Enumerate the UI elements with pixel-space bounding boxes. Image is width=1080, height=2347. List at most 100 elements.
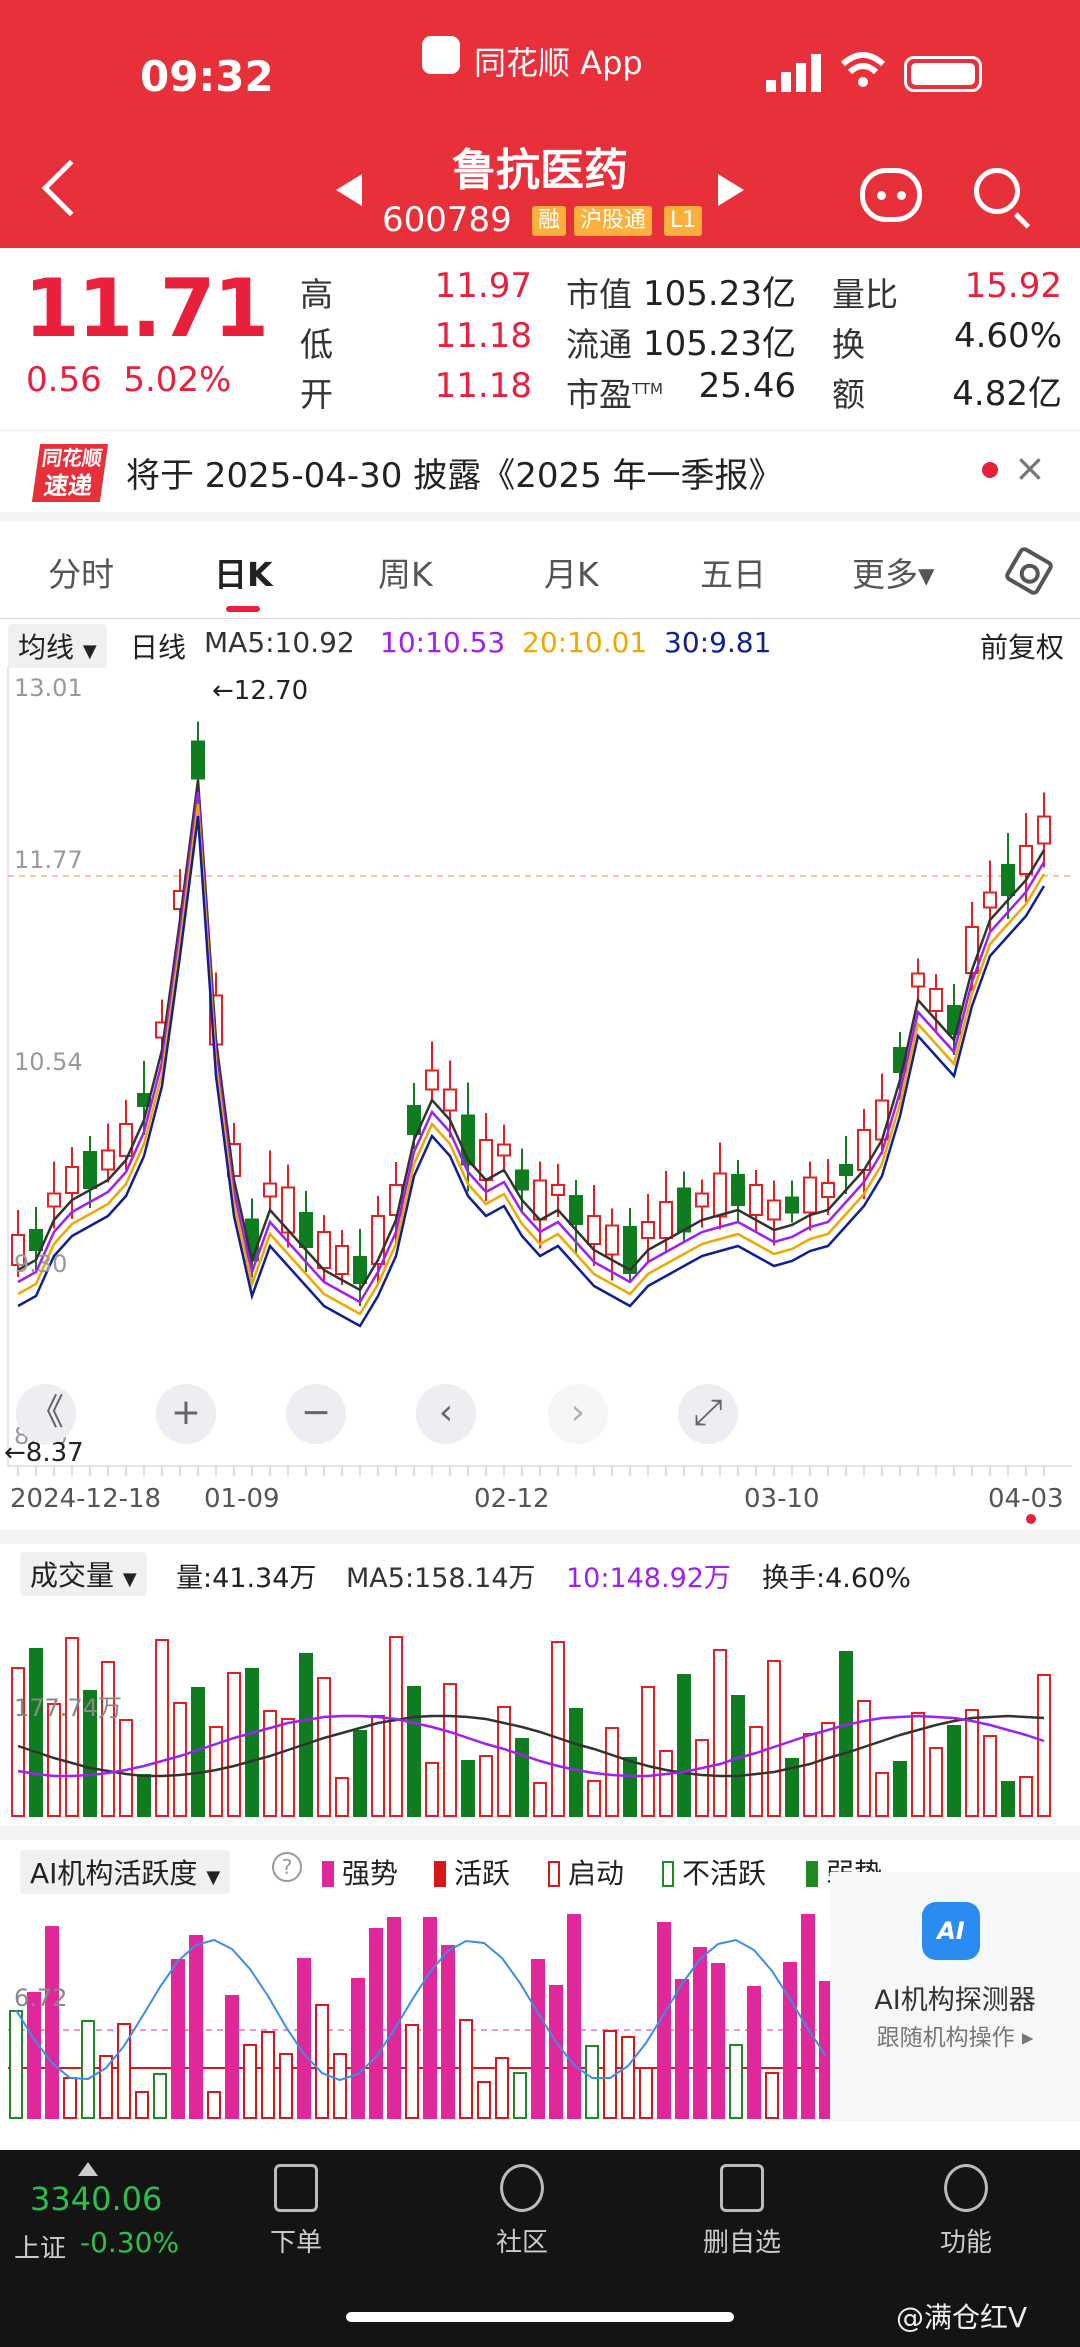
- quote-label-turnover: 换: [832, 325, 865, 364]
- volume-bar: [641, 1686, 655, 1817]
- nav-community[interactable]: 社区: [462, 2164, 582, 2259]
- ai-activity-chart[interactable]: [0, 1890, 830, 2122]
- expand-up-icon[interactable]: [78, 2162, 98, 2176]
- settings-icon[interactable]: [1003, 545, 1055, 597]
- legend-strong-swatch: [322, 1861, 334, 1887]
- index-value[interactable]: 3340.06: [30, 2180, 162, 2218]
- zoom-out-button[interactable]: −: [286, 1384, 346, 1444]
- zoom-in-button[interactable]: +: [156, 1384, 216, 1444]
- ai-panel-subtitle[interactable]: 跟随机构操作 ▸: [830, 2018, 1080, 2052]
- ai-bar: [243, 2044, 257, 2119]
- candle-body: [83, 1151, 97, 1189]
- volume-bars: [11, 1636, 1051, 1817]
- notice-close-icon[interactable]: ×: [1014, 446, 1046, 490]
- candle-body: [749, 1184, 763, 1216]
- tab-monthly-k[interactable]: 月K: [544, 548, 599, 596]
- quote-value-float: 105.23亿: [643, 324, 796, 364]
- candle-body: [299, 1212, 313, 1248]
- fullscreen-button[interactable]: ⤢: [678, 1384, 738, 1444]
- search-icon[interactable]: [974, 168, 1020, 214]
- indicator-select[interactable]: 均线 ▼: [8, 624, 107, 668]
- robot-assistant-icon[interactable]: [860, 168, 922, 222]
- candle-body: [371, 1215, 385, 1265]
- section-gap: [0, 1826, 1080, 1840]
- nav-functions[interactable]: 功能: [906, 2164, 1026, 2259]
- prev-stock-button[interactable]: [336, 174, 362, 206]
- ai-bar: [801, 1914, 815, 2119]
- candle-body: [965, 926, 979, 974]
- tab-more[interactable]: 更多▾: [852, 548, 935, 596]
- volume-bar: [1001, 1781, 1015, 1817]
- nav-remove-watchlist[interactable]: 删自选: [682, 2164, 802, 2259]
- volume-bar: [947, 1725, 961, 1817]
- index-name: 上证: [14, 2234, 67, 2264]
- ai-bar: [171, 1959, 185, 2119]
- ai-bar: [675, 1979, 689, 2119]
- scroll-right-button[interactable]: ›: [548, 1384, 608, 1444]
- volume-bar: [65, 1637, 79, 1817]
- scroll-start-button[interactable]: 《: [16, 1384, 76, 1444]
- latest-date-dot: [1026, 1514, 1036, 1524]
- home-indicator[interactable]: [346, 2312, 734, 2322]
- ai-panel-title[interactable]: AI机构探测器: [830, 1978, 1080, 2017]
- candle-body: [785, 1196, 799, 1214]
- volume-bar: [803, 1733, 817, 1817]
- volume-bar: [875, 1772, 889, 1817]
- ma5-label: MA5:10.92: [204, 626, 355, 659]
- ai-bar: [225, 1995, 239, 2119]
- ai-icon: AI: [922, 1902, 980, 1960]
- tab-weekly-k[interactable]: 周K: [378, 548, 433, 596]
- adjust-mode[interactable]: 前复权: [980, 626, 1064, 666]
- candle-body: [695, 1192, 709, 1208]
- candle-body: [929, 988, 943, 1012]
- date-label-4: 04-03: [988, 1484, 1064, 1514]
- ai-bar: [207, 2091, 221, 2119]
- volume-bar: [605, 1727, 619, 1817]
- high-marker: ←12.70: [212, 676, 309, 706]
- next-stock-button[interactable]: [718, 174, 744, 206]
- candle-body: [821, 1182, 835, 1198]
- ai-bar: [369, 1928, 383, 2119]
- ma-line: [17, 815, 1046, 1328]
- volume-chart[interactable]: [0, 1596, 1080, 1820]
- volume-indicator-select[interactable]: 成交量 ▼: [20, 1552, 147, 1596]
- community-icon: [500, 2164, 544, 2212]
- quote-label-open: 开: [300, 375, 333, 414]
- date-label-3: 03-10: [744, 1484, 820, 1514]
- help-icon[interactable]: ?: [272, 1852, 302, 1882]
- ai-bar: [621, 2036, 635, 2119]
- ai-bar: [441, 1945, 455, 2119]
- volume-ma-line: [17, 1714, 1045, 1778]
- volume-bar: [1019, 1776, 1033, 1817]
- ai-bar: [585, 2045, 599, 2119]
- ai-indicator-select[interactable]: AI机构活跃度 ▼: [20, 1850, 231, 1894]
- tab-daily-k[interactable]: 日K: [214, 548, 273, 596]
- volume-bar: [929, 1747, 943, 1817]
- volume-ma-lines: [17, 1714, 1045, 1778]
- ai-indicator-label: AI机构活跃度: [30, 1857, 198, 1890]
- ai-bar: [153, 2073, 167, 2119]
- volume-bar: [659, 1750, 673, 1817]
- volume-bar: [839, 1651, 853, 1817]
- notice-logo-top: 同花顺: [40, 446, 104, 470]
- tab-timeshare[interactable]: 分时: [48, 548, 114, 596]
- tab-five-day[interactable]: 五日: [700, 548, 766, 596]
- legend-active-label: 活跃: [454, 1857, 511, 1890]
- quote-label-low: 低: [300, 325, 333, 364]
- scroll-left-button[interactable]: ‹: [416, 1384, 476, 1444]
- battery-icon: [904, 56, 982, 92]
- signal-icon: [766, 54, 821, 92]
- ai-bar: [693, 1947, 707, 2119]
- ai-bar: [99, 2055, 113, 2119]
- quote-value-high: 11.97: [434, 266, 532, 306]
- change-value: 0.56: [26, 360, 102, 400]
- volume-bar: [407, 1686, 421, 1817]
- notice-text[interactable]: 将于 2025-04-30 披露《2025 年一季报》: [126, 448, 783, 497]
- tag-margin: 融: [532, 206, 567, 236]
- nav-order[interactable]: 下单: [236, 2164, 356, 2259]
- ai-bar: [45, 1926, 59, 2119]
- volume-bar: [623, 1757, 637, 1817]
- kline-chart[interactable]: [0, 666, 1080, 1506]
- chevron-down-icon: ▼: [206, 1867, 221, 1888]
- candle-body: [641, 1221, 655, 1239]
